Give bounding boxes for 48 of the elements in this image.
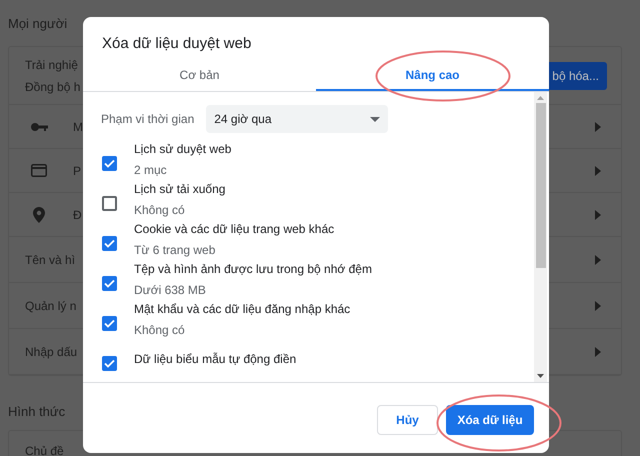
chevron-right-icon[interactable] <box>595 210 601 220</box>
checkbox[interactable] <box>102 196 117 210</box>
chevron-right-icon[interactable] <box>595 122 601 132</box>
checkbox[interactable] <box>102 356 117 370</box>
option-detail: 2 mục <box>134 162 168 178</box>
option-label: Lịch sử duyệt web <box>134 140 232 158</box>
settings-row-label: Đ <box>73 206 82 224</box>
scroll-down-icon[interactable] <box>537 374 544 378</box>
scrollbar[interactable] <box>534 92 547 382</box>
option-label: Tệp và hình ảnh được lưu trong bộ nhớ đệm <box>134 260 372 278</box>
clear-data-button[interactable]: Xóa dữ liệu <box>446 405 534 435</box>
settings-row-label: Nhập dấu <box>25 344 78 360</box>
tab[interactable]: Cơ bản <box>83 61 316 91</box>
option-detail: Dưới 638 MB <box>134 282 207 298</box>
key-icon <box>30 122 48 132</box>
option-detail: Từ 6 trang web <box>134 242 216 258</box>
dropdown-caret-icon <box>370 116 380 122</box>
sync-text: Đồng bộ h <box>25 78 80 96</box>
checkbox[interactable] <box>102 276 117 290</box>
section-title: Hình thức <box>8 403 66 421</box>
settings-row-label: P <box>73 162 82 180</box>
option-label: Mật khẩu và các dữ liệu đăng nhập khác <box>134 300 350 318</box>
settings-row-label: M <box>73 118 83 136</box>
credit-card-icon <box>31 164 47 177</box>
option-detail: Không có <box>134 202 186 218</box>
option-label: Cookie và các dữ liệu trang web khác <box>134 220 334 238</box>
sync-text: Trải nghiệ <box>25 56 79 74</box>
chevron-right-icon[interactable] <box>595 166 601 176</box>
tab[interactable]: Nâng cao <box>316 61 549 91</box>
cancel-button[interactable]: Hủy <box>377 405 438 435</box>
time-range-dropdown[interactable]: 24 giờ qua <box>206 105 388 133</box>
location-pin-icon <box>33 206 45 222</box>
option-detail: Không có <box>134 322 186 338</box>
time-range-label: Phạm vi thời gian <box>101 111 194 128</box>
chevron-right-icon[interactable] <box>595 300 601 310</box>
checkbox[interactable] <box>102 316 117 330</box>
checkbox[interactable] <box>102 156 117 170</box>
settings-row-label: Chủ đề <box>25 444 64 456</box>
scroll-up-icon[interactable] <box>537 96 544 100</box>
chevron-right-icon[interactable] <box>595 346 601 356</box>
dialog-title: Xóa dữ liệu duyệt web <box>101 34 252 54</box>
chevron-right-icon[interactable] <box>595 254 601 264</box>
option-label: Lịch sử tải xuống <box>134 180 226 198</box>
checkbox[interactable] <box>102 236 117 250</box>
settings-row-label: Tên và hì <box>25 252 76 268</box>
option-label: Dữ liệu biểu mẫu tự động điền <box>134 351 296 368</box>
section-title: Mọi người <box>8 15 68 33</box>
settings-row-label: Quản lý n <box>25 298 76 314</box>
